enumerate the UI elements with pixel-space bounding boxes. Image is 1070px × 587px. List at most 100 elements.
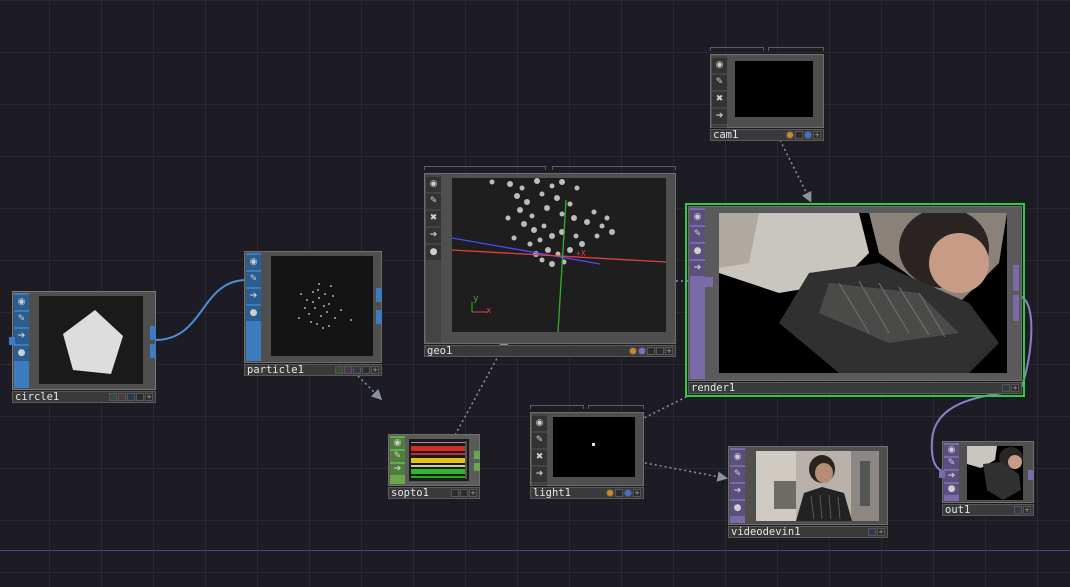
node-light1-label[interactable]: light1 xyxy=(533,487,571,499)
add-icon[interactable]: + xyxy=(145,393,153,401)
viewer-toggle-icon[interactable]: ◉ xyxy=(712,58,727,73)
node-cam1-viewer xyxy=(735,61,813,117)
node-light1-viewer xyxy=(553,417,635,477)
close-icon[interactable]: ✖ xyxy=(426,211,441,226)
node-light1[interactable]: ◉ ✎ ✖ ➔ ● light1 + xyxy=(530,405,644,499)
display-flag-icon[interactable]: ✎ xyxy=(712,75,727,90)
lock-icon[interactable]: ● xyxy=(690,244,705,259)
lock-icon[interactable]: ● xyxy=(944,484,959,495)
node-cam1-label[interactable]: cam1 xyxy=(713,129,738,141)
output-port[interactable] xyxy=(1013,265,1019,291)
output-port[interactable] xyxy=(376,288,382,302)
lock-icon[interactable]: ● xyxy=(246,306,261,321)
node-videodevin1[interactable]: ◉ ✎ ➔ ● videodevin1 + xyxy=(728,446,888,538)
viewer-toggle-icon[interactable]: ◉ xyxy=(426,177,441,192)
node-sopto1-viewer xyxy=(409,439,469,481)
input-port[interactable] xyxy=(9,337,15,345)
display-flag-icon[interactable]: ✎ xyxy=(730,467,745,482)
arrow-right-icon[interactable]: ➔ xyxy=(390,464,405,475)
arrow-right-icon[interactable]: ➔ xyxy=(690,261,705,276)
arrow-right-icon[interactable]: ➔ xyxy=(14,329,29,344)
viewer-toggle-icon[interactable]: ◉ xyxy=(690,210,705,225)
add-icon[interactable]: + xyxy=(1023,506,1031,514)
viewer-toggle-icon[interactable]: ◉ xyxy=(730,450,745,465)
arrow-right-icon[interactable]: ➔ xyxy=(532,467,547,482)
node-out1[interactable]: ◉ ✎ ➔ ● out1 + xyxy=(939,441,1034,516)
display-flag-icon[interactable]: ✎ xyxy=(532,433,547,448)
display-flag-icon[interactable]: ✎ xyxy=(14,312,29,327)
lock-icon[interactable]: ● xyxy=(14,346,29,361)
display-flag-icon[interactable]: ✎ xyxy=(426,194,441,209)
node-videodevin1-label[interactable]: videodevin1 xyxy=(731,526,801,538)
node-out1-viewer xyxy=(967,446,1023,500)
arrow-right-icon[interactable]: ➔ xyxy=(730,484,745,499)
node-circle1-viewer xyxy=(39,296,143,384)
add-icon[interactable]: + xyxy=(813,131,821,139)
add-icon[interactable]: + xyxy=(877,528,885,536)
node-geo1-label[interactable]: geo1 xyxy=(427,345,452,357)
close-icon[interactable]: ✖ xyxy=(712,92,727,107)
arrow-right-icon[interactable]: ➔ xyxy=(712,109,727,124)
arrow-right-icon[interactable]: ➔ xyxy=(944,471,959,482)
close-icon[interactable]: ✖ xyxy=(532,450,547,465)
display-flag-icon[interactable]: ✎ xyxy=(390,451,405,462)
node-render1-viewer xyxy=(719,213,1007,373)
node-particle1-label[interactable]: particle1 xyxy=(247,364,304,376)
arrow-right-icon[interactable]: ➔ xyxy=(426,228,441,243)
viewer-toggle-icon[interactable]: ◉ xyxy=(246,255,261,270)
output-port[interactable] xyxy=(1013,295,1019,321)
output-port[interactable] xyxy=(150,344,156,358)
axis-y-label: y xyxy=(473,294,479,304)
timeline-divider xyxy=(0,550,1070,551)
viewer-toggle-icon[interactable]: ◉ xyxy=(532,416,547,431)
node-geo1[interactable]: ◉ ✎ ✖ ➔ ● +X y x geo1 + xyxy=(424,166,676,357)
arrow-right-icon[interactable]: ➔ xyxy=(246,289,261,304)
node-particle1-viewer xyxy=(271,256,373,356)
node-flags: + xyxy=(868,528,885,536)
output-port[interactable] xyxy=(474,463,480,471)
node-flags: + xyxy=(1014,506,1031,514)
node-cam1[interactable]: ◉ ✎ ✖ ➔ ● cam1 + xyxy=(710,47,824,141)
node-flags: + xyxy=(109,393,153,401)
output-port[interactable] xyxy=(1028,470,1034,480)
add-icon[interactable]: + xyxy=(633,489,641,497)
node-flags: + xyxy=(629,347,673,355)
node-circle1-label[interactable]: circle1 xyxy=(15,391,59,403)
wire-light1-videodevin1[interactable] xyxy=(639,461,728,482)
lock-icon[interactable]: ● xyxy=(426,245,441,260)
data-table-preview xyxy=(411,441,467,479)
particle-points xyxy=(298,283,352,329)
node-particle1-toolbar: ◉ ✎ ➔ ● xyxy=(246,253,261,361)
add-icon[interactable]: + xyxy=(371,366,379,374)
node-circle1[interactable]: ◉ ✎ ➔ ● circle1 + xyxy=(9,291,156,403)
display-flag-icon[interactable]: ✎ xyxy=(246,272,261,287)
output-port[interactable] xyxy=(474,451,480,459)
input-port[interactable] xyxy=(939,470,945,478)
display-flag-icon[interactable]: ✎ xyxy=(944,458,959,469)
viewer-toggle-icon[interactable]: ◉ xyxy=(14,295,29,310)
add-icon[interactable]: + xyxy=(665,347,673,355)
node-sopto1[interactable]: ◉ ✎ ➔ sopto1 + xyxy=(388,434,480,499)
node-render1[interactable]: ◉ ✎ ● ➔ render1 + xyxy=(685,203,1025,397)
node-cam1-toolbar: ◉ ✎ ✖ ➔ ● xyxy=(712,56,727,141)
node-out1-label[interactable]: out1 xyxy=(945,504,970,516)
lock-icon[interactable]: ● xyxy=(730,501,745,516)
wire-cam1-render1[interactable] xyxy=(779,139,812,203)
add-icon[interactable]: + xyxy=(469,489,477,497)
add-icon[interactable]: + xyxy=(1011,384,1019,392)
node-sopto1-label[interactable]: sopto1 xyxy=(391,487,429,499)
input-port[interactable] xyxy=(705,277,713,287)
geometry-viewport: +X y x xyxy=(452,178,666,332)
node-render1-label[interactable]: render1 xyxy=(691,382,735,394)
wire-circle1-particle1[interactable] xyxy=(154,279,248,341)
render-output-image xyxy=(719,213,1007,373)
wire-light1-render1[interactable] xyxy=(639,394,691,421)
viewer-toggle-icon[interactable]: ◉ xyxy=(944,445,959,456)
output-port[interactable] xyxy=(376,310,382,324)
output-port[interactable] xyxy=(150,326,156,340)
viewer-toggle-icon[interactable]: ◉ xyxy=(390,438,405,449)
node-particle1[interactable]: ◉ ✎ ➔ ● particle1 + xyxy=(244,251,382,376)
wire-particle1-sopto1[interactable] xyxy=(357,375,383,401)
display-flag-icon[interactable]: ✎ xyxy=(690,227,705,242)
node-flags: + xyxy=(451,489,477,497)
